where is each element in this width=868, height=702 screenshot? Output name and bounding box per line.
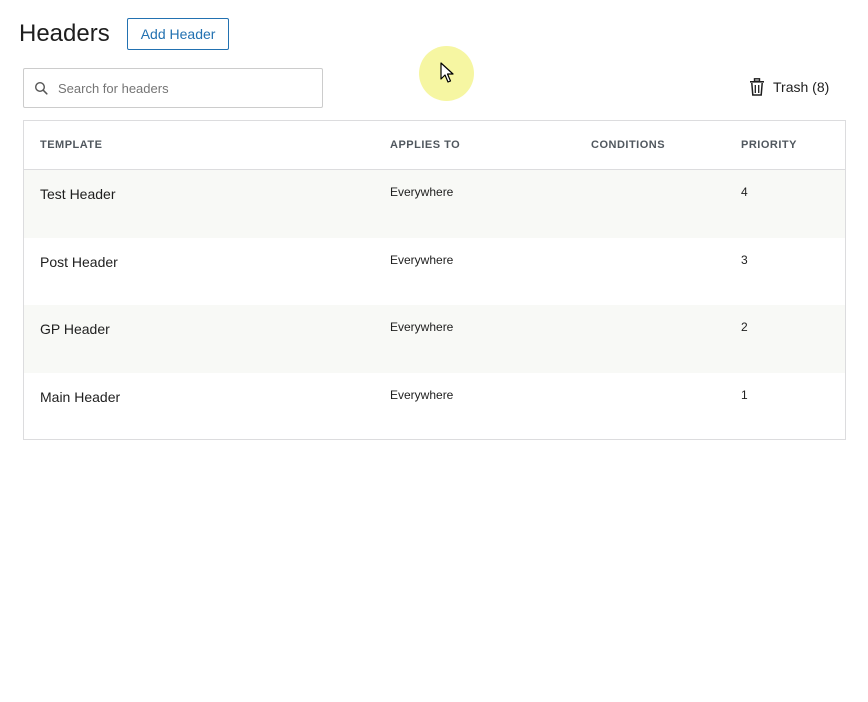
add-header-button[interactable]: Add Header [126, 18, 230, 50]
headers-page: Headers Add Header Trash (8) TEMPLATE AP… [0, 0, 868, 702]
table-header-row: TEMPLATE APPLIES TO CONDITIONS PRIORITY [24, 121, 845, 170]
column-header-priority[interactable]: PRIORITY [741, 139, 797, 151]
table-row[interactable]: Post Header Everywhere 3 [24, 238, 845, 306]
template-cell[interactable]: GP Header [40, 321, 110, 337]
table-row[interactable]: GP Header Everywhere 2 [24, 305, 845, 373]
priority-cell: 1 [741, 387, 748, 402]
search-input[interactable] [56, 79, 310, 97]
applies-to-cell: Everywhere [390, 320, 454, 334]
template-cell[interactable]: Main Header [40, 389, 120, 405]
applies-to-cell: Everywhere [390, 252, 454, 267]
applies-to-cell: Everywhere [390, 185, 454, 199]
page-title: Headers [19, 20, 110, 47]
table-row[interactable]: Main Header Everywhere 1 [24, 373, 845, 441]
search-icon [34, 81, 48, 95]
trash-icon [750, 78, 764, 96]
column-header-template[interactable]: TEMPLATE [40, 139, 102, 151]
table-row[interactable]: Test Header Everywhere 4 [24, 170, 845, 238]
column-header-applies-to[interactable]: APPLIES TO [390, 139, 460, 151]
table-body: Test Header Everywhere 4 Post Header Eve… [24, 170, 845, 440]
applies-to-cell: Everywhere [390, 387, 454, 402]
priority-cell: 2 [741, 320, 748, 334]
template-cell[interactable]: Post Header [40, 254, 118, 270]
headers-table: TEMPLATE APPLIES TO CONDITIONS PRIORITY … [23, 120, 846, 440]
priority-cell: 4 [741, 185, 748, 199]
page-header: Headers Add Header [19, 17, 230, 51]
priority-cell: 3 [741, 252, 748, 267]
trash-button[interactable]: Trash (8) [749, 78, 829, 96]
search-box[interactable] [23, 68, 323, 108]
cursor-icon [440, 62, 454, 83]
template-cell[interactable]: Test Header [40, 186, 115, 202]
column-header-conditions[interactable]: CONDITIONS [591, 139, 665, 151]
trash-label: Trash (8) [773, 79, 830, 95]
